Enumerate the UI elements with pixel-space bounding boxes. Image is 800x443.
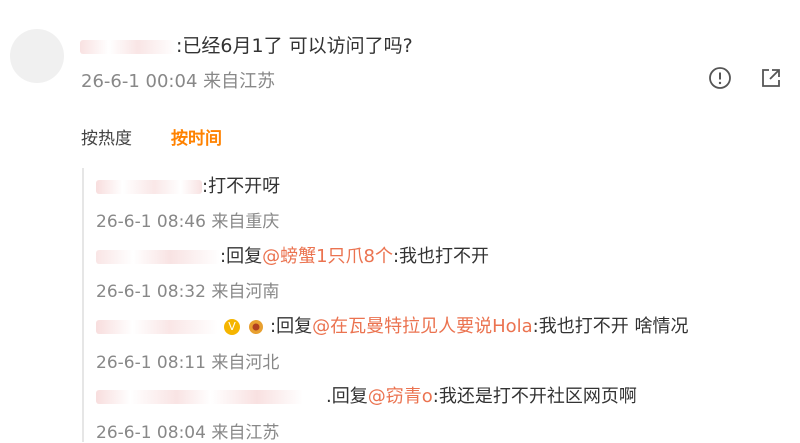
reply-item: :回复@螃蟹1只爪8个:我也打不开 — [96, 242, 489, 268]
reply-meta: 26-6-1 08:32 来自河南 — [96, 282, 280, 302]
verified-badge-icon: V — [224, 319, 240, 335]
reply-meta: 26-6-1 08:46 来自重庆 — [96, 212, 280, 232]
mention-link[interactable]: @在瓦曼特拉见人要说Hola — [312, 316, 533, 337]
blurred-username[interactable] — [96, 390, 326, 404]
reply-item: V:回复@在瓦曼特拉见人要说Hola:我也打不开 啥情况 — [96, 312, 688, 338]
mention-link[interactable]: @窃青o — [368, 386, 433, 407]
reply-meta: 26-6-1 08:11 来自河北 — [96, 353, 280, 373]
tab-sort-hot[interactable]: 按热度 — [81, 124, 132, 149]
reply-meta: 26-6-1 08:04 来自江苏 — [96, 423, 280, 443]
share-arrow-icon[interactable] — [757, 64, 785, 92]
avatar[interactable] — [10, 29, 64, 83]
blurred-username[interactable] — [96, 180, 202, 194]
reply-item: .回复@窃青o:我还是打不开社区网页啊 — [96, 382, 637, 408]
blurred-username[interactable] — [80, 39, 176, 54]
post-meta: 26-6-1 00:04 来自江苏 — [81, 71, 276, 92]
exclamation-circle-icon[interactable] — [706, 64, 734, 92]
reply-item: :打不开呀 — [96, 172, 280, 198]
mention-link[interactable]: @螃蟹1只爪8个 — [262, 246, 393, 267]
thread-divider — [82, 168, 84, 442]
post-content: :已经6月1了 可以访问了吗? — [80, 31, 413, 58]
blurred-username[interactable] — [96, 250, 220, 264]
tab-sort-time[interactable]: 按时间 — [171, 124, 222, 149]
medal-icon — [246, 318, 266, 336]
blurred-username[interactable] — [96, 320, 218, 334]
